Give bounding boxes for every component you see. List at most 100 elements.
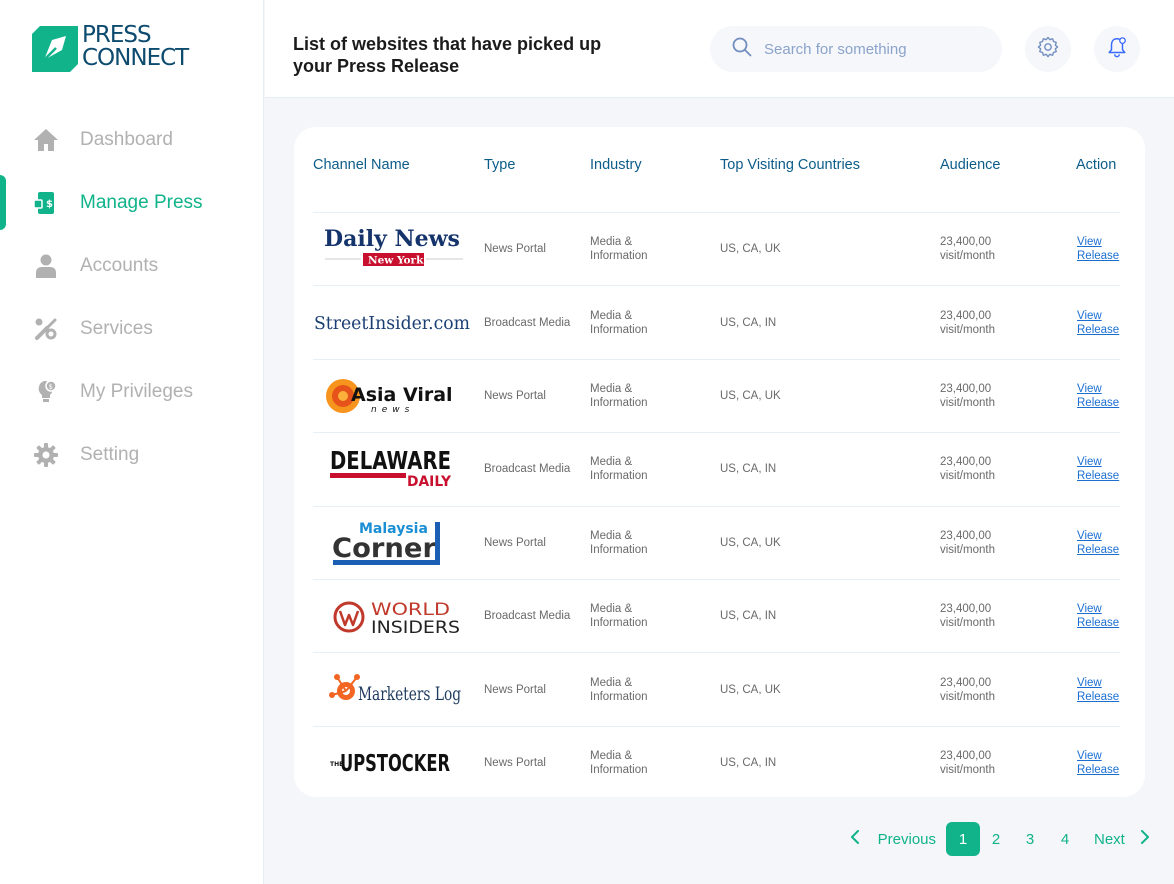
- logo-text: DELAWARE: [330, 446, 451, 475]
- sidebar-item-manage-press[interactable]: $ Manage Press: [0, 171, 264, 234]
- svg-text:$: $: [46, 199, 53, 210]
- page-3-button[interactable]: 3: [1013, 822, 1047, 856]
- search-input[interactable]: [764, 40, 984, 58]
- page-4-button[interactable]: 4: [1048, 822, 1082, 856]
- countries-cell: US, CA, UK: [720, 683, 781, 696]
- sidebar-item-label: Setting: [80, 443, 140, 465]
- view-release-link-line2[interactable]: Release: [1077, 323, 1137, 337]
- audience-cell: 23,400,00 visit/month: [940, 750, 995, 777]
- view-release-link-line1[interactable]: View: [1077, 676, 1137, 690]
- svg-text:$: $: [49, 383, 53, 391]
- page-2-button[interactable]: 2: [979, 822, 1013, 856]
- channel-logo-streetinsider: StreetInsider.com: [313, 296, 473, 350]
- view-release-link-line2[interactable]: Release: [1077, 543, 1137, 557]
- sidebar-item-label: Manage Press: [80, 191, 203, 213]
- view-release-link-line2[interactable]: Release: [1077, 616, 1137, 630]
- page-1-button[interactable]: 1: [946, 822, 980, 856]
- column-header-audience[interactable]: Audience: [940, 157, 1000, 173]
- next-label: Next: [1094, 830, 1125, 848]
- view-release-link-line2[interactable]: Release: [1077, 249, 1137, 263]
- logo-text: Marketers Log: [358, 683, 461, 705]
- table-row: Daily News New York News Portal Media & …: [313, 213, 1120, 287]
- logo-sub: INSIDERS: [371, 618, 460, 638]
- next-page-button[interactable]: Next: [1094, 822, 1150, 856]
- audience-cell: 23,400,00 visit/month: [940, 456, 995, 483]
- industry-cell: Media & Information: [590, 236, 648, 263]
- channel-logo-malaysia-corner: Malaysia Corner: [313, 516, 473, 570]
- column-header-action[interactable]: Action: [1076, 157, 1116, 173]
- notifications-button[interactable]: [1094, 26, 1140, 72]
- press-release-icon: $: [33, 190, 59, 216]
- industry-cell: Media & Information: [590, 750, 648, 777]
- column-header-channel-name[interactable]: Channel Name: [313, 157, 410, 173]
- sidebar-item-label: Services: [80, 317, 153, 339]
- channel-logo-asia-viral: Asia Viral news: [313, 369, 473, 423]
- view-release-link-line2[interactable]: Release: [1077, 690, 1137, 704]
- industry-cell: Media & Information: [590, 603, 648, 630]
- view-release-link[interactable]: View Release: [1077, 455, 1137, 483]
- brand-name: PRESS CONNECT: [82, 22, 189, 71]
- sidebar-item-setting[interactable]: Setting: [0, 423, 264, 486]
- table-row: StreetInsider.com Broadcast Media Media …: [313, 286, 1120, 360]
- countries-cell: US, CA, IN: [720, 463, 777, 476]
- previous-page-button[interactable]: Previous: [850, 822, 936, 856]
- view-release-link-line2[interactable]: Release: [1077, 396, 1137, 410]
- lightbulb-icon: $: [33, 379, 59, 405]
- brand-logo[interactable]: PRESS CONNECT: [32, 24, 202, 72]
- table-row: DELAWARE DAILY Broadcast Media Media & I…: [313, 433, 1120, 507]
- type-cell: News Portal: [484, 389, 546, 402]
- sidebar-item-my-privileges[interactable]: $ My Privileges: [0, 360, 264, 423]
- view-release-link-line1[interactable]: View: [1077, 602, 1137, 616]
- industry-cell: Media & Information: [590, 309, 648, 336]
- view-release-link-line1[interactable]: View: [1077, 529, 1137, 543]
- table-row: Marketers Log News Portal Media & Inform…: [313, 653, 1120, 727]
- search-bar[interactable]: [710, 26, 1002, 72]
- sidebar: PRESS CONNECT Dashboard $ Manage Press A…: [0, 0, 264, 884]
- countries-cell: US, CA, IN: [720, 610, 777, 623]
- view-release-link-line1[interactable]: View: [1077, 749, 1137, 763]
- logo-text: Daily News: [324, 226, 460, 252]
- view-release-link[interactable]: View Release: [1077, 529, 1137, 557]
- top-header: List of websites that have picked up you…: [265, 0, 1174, 98]
- table-body: Daily News New York News Portal Media & …: [313, 213, 1120, 800]
- logo-text: UPSTOCKER: [340, 751, 450, 777]
- view-release-link[interactable]: View Release: [1077, 602, 1137, 630]
- sidebar-item-accounts[interactable]: Accounts: [0, 234, 264, 297]
- view-release-link[interactable]: View Release: [1077, 235, 1137, 263]
- type-cell: News Portal: [484, 536, 546, 549]
- countries-cell: US, CA, IN: [720, 757, 777, 770]
- view-release-link-line1[interactable]: View: [1077, 235, 1137, 249]
- page-title: List of websites that have picked up you…: [293, 34, 602, 76]
- settings-button[interactable]: [1025, 26, 1071, 72]
- column-header-type[interactable]: Type: [484, 157, 515, 173]
- logo-text: StreetInsider.com: [314, 314, 470, 334]
- type-cell: Broadcast Media: [484, 463, 571, 476]
- industry-cell: Media & Information: [590, 529, 648, 556]
- search-icon: [732, 37, 752, 62]
- view-release-link-line1[interactable]: View: [1077, 382, 1137, 396]
- view-release-link-line2[interactable]: Release: [1077, 763, 1137, 777]
- channel-logo-delaware-daily: DELAWARE DAILY: [313, 442, 473, 496]
- channel-logo-marketers-log: Marketers Log: [313, 663, 473, 717]
- view-release-link[interactable]: View Release: [1077, 382, 1137, 410]
- logo-sub: news: [371, 405, 414, 415]
- view-release-link-line2[interactable]: Release: [1077, 469, 1137, 483]
- column-header-top-visiting-countries[interactable]: Top Visiting Countries: [720, 157, 860, 173]
- view-release-link[interactable]: View Release: [1077, 749, 1137, 777]
- pagination: Previous 1 2 3 4 Next: [850, 822, 1160, 856]
- previous-label: Previous: [877, 830, 936, 848]
- view-release-link-line1[interactable]: View: [1077, 309, 1137, 323]
- channel-logo-world-insiders: WORLD INSIDERS: [313, 589, 473, 643]
- countries-cell: US, CA, UK: [720, 389, 781, 402]
- view-release-link-line1[interactable]: View: [1077, 455, 1137, 469]
- sidebar-item-label: Accounts: [80, 254, 159, 276]
- sidebar-item-dashboard[interactable]: Dashboard: [0, 108, 264, 171]
- column-header-industry[interactable]: Industry: [590, 157, 642, 173]
- view-release-link[interactable]: View Release: [1077, 676, 1137, 704]
- audience-cell: 23,400,00 visit/month: [940, 236, 995, 263]
- table-row: THE UPSTOCKER News Portal Media & Inform…: [313, 727, 1120, 800]
- logo-text: WORLD: [371, 600, 450, 620]
- table-header: Channel Name Type Industry Top Visiting …: [313, 157, 1123, 177]
- view-release-link[interactable]: View Release: [1077, 309, 1137, 337]
- sidebar-item-services[interactable]: Services: [0, 297, 264, 360]
